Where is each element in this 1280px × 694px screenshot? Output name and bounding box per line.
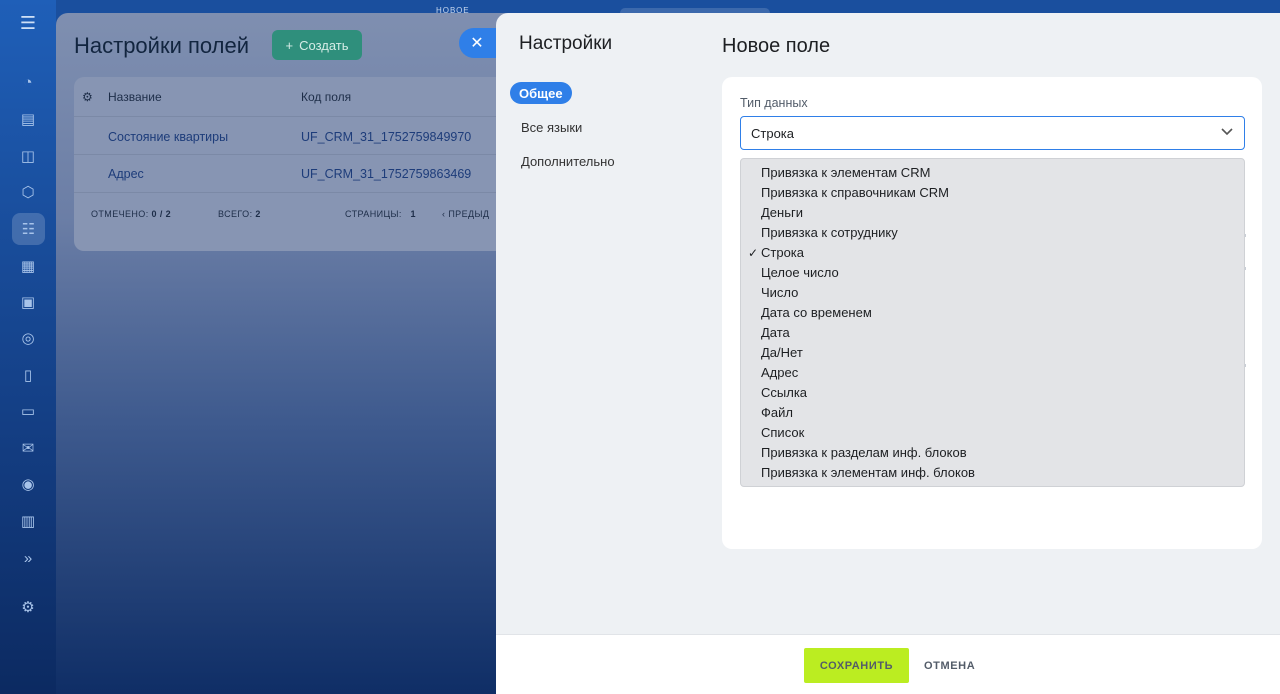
dropdown-option[interactable]: Привязка к сотруднику	[761, 223, 898, 243]
prev-page-link[interactable]: ‹ ПРЕДЫД	[442, 209, 489, 219]
dropdown-option[interactable]: Адрес	[761, 363, 798, 383]
table-row-code: UF_CRM_31_1752759863469	[301, 167, 472, 181]
dropdown-option[interactable]: Файл	[761, 403, 793, 423]
mail-icon[interactable]: ✉	[14, 434, 42, 462]
settings-icon[interactable]: ⚙	[14, 593, 42, 621]
dropdown-option[interactable]: Привязка к элементам инф. блоков	[761, 463, 975, 483]
contacts-icon[interactable]: ◉	[14, 470, 42, 498]
document-icon[interactable]: ▯	[14, 361, 42, 389]
form-title: Новое поле	[722, 35, 831, 57]
chevron-down-icon	[1220, 125, 1234, 139]
table-row-name[interactable]: Состояние квартиры	[108, 130, 228, 144]
dropdown-option[interactable]: Привязка к разделам инф. блоков	[761, 443, 967, 463]
panel-title: Настройки	[519, 33, 613, 54]
total-count: ВСЕГО: 2	[218, 209, 261, 219]
close-icon: ✕	[470, 35, 484, 52]
robot-icon[interactable]: ◎	[14, 324, 42, 352]
field-card: Тип данных Строка Привязка к элементам C…	[722, 77, 1262, 549]
tab-additional[interactable]: Дополнительно	[521, 154, 615, 169]
drive-icon[interactable]: ▭	[14, 397, 42, 425]
dropdown-option[interactable]: Привязка к элементам CRM	[761, 163, 930, 183]
create-button-label: Создать	[299, 37, 349, 53]
panel-footer: СОХРАНИТЬ ОТМЕНА	[496, 634, 1280, 694]
save-button[interactable]: СОХРАНИТЬ	[804, 648, 909, 683]
presentation-icon[interactable]: ▥	[14, 507, 42, 535]
divider	[74, 192, 526, 193]
background-page: Настройки полей + Создать ⚙ Название Код…	[56, 13, 526, 694]
calendar-icon[interactable]: ▣	[14, 288, 42, 316]
dropdown-option[interactable]: Ссылка	[761, 383, 807, 403]
app-sidebar: ☰ ◔ ▤ ◫ ⬡ ☷ ▦ ▣ ◎ ▯ ▭ ✉ ◉ ▥ » ⚙	[0, 0, 56, 694]
settings-slider: Настройки Общее Все языки Дополнительно …	[496, 13, 1280, 694]
cancel-button[interactable]: ОТМЕНА	[920, 648, 979, 683]
dropdown-option[interactable]: Дата	[761, 323, 790, 343]
create-button[interactable]: + Создать	[272, 30, 362, 60]
dropdown-option[interactable]: Дата со временем	[761, 303, 872, 323]
dropdown-option-selected[interactable]: ✓ Строка	[748, 243, 804, 263]
page-title: Настройки полей	[74, 33, 250, 58]
data-type-dropdown: Привязка к элементам CRM Привязка к спра…	[740, 158, 1245, 487]
dropdown-option[interactable]: Привязка к справочникам CRM	[761, 183, 949, 203]
close-slider-button[interactable]: ✕	[459, 28, 499, 58]
dropdown-option[interactable]: Деньги	[761, 203, 803, 223]
hexagon-icon[interactable]: ⬡	[14, 178, 42, 206]
filter-icon[interactable]: ☷	[12, 213, 45, 245]
table-row-code: UF_CRM_31_1752759849970	[301, 130, 472, 144]
fields-table: ⚙ Название Код поля Состояние квартиры U…	[74, 77, 526, 251]
calendar-list-icon[interactable]: ▦	[14, 252, 42, 280]
data-type-label: Тип данных	[740, 96, 808, 110]
dropdown-option[interactable]: Список	[761, 423, 804, 443]
tasks-icon[interactable]: ▤	[14, 105, 42, 133]
gear-icon[interactable]: ⚙	[82, 90, 93, 104]
data-type-value: Строка	[751, 125, 795, 141]
dropdown-option[interactable]: Целое число	[761, 263, 839, 283]
column-header-name[interactable]: Название	[108, 90, 162, 104]
check-icon: ✓	[748, 246, 759, 260]
divider	[74, 116, 526, 117]
menu-icon[interactable]: ☰	[14, 9, 42, 37]
table-row-name[interactable]: Адрес	[108, 167, 144, 181]
dropdown-option[interactable]: Да/Нет	[761, 343, 803, 363]
activity-icon[interactable]: ◔	[14, 68, 42, 96]
plus-icon: +	[285, 37, 294, 53]
data-type-select[interactable]: Строка	[740, 116, 1245, 150]
dropdown-option[interactable]: Число	[761, 283, 798, 303]
collapse-icon[interactable]: »	[14, 544, 42, 572]
column-header-code[interactable]: Код поля	[301, 90, 351, 104]
tab-all-languages[interactable]: Все языки	[521, 120, 582, 135]
marked-count: ОТМЕЧЕНО: 0 / 2	[91, 209, 172, 219]
chat-icon[interactable]: ◫	[14, 142, 42, 170]
divider	[74, 154, 526, 155]
tab-general[interactable]: Общее	[510, 82, 572, 104]
pages-count: СТРАНИЦЫ: 1	[345, 209, 416, 219]
